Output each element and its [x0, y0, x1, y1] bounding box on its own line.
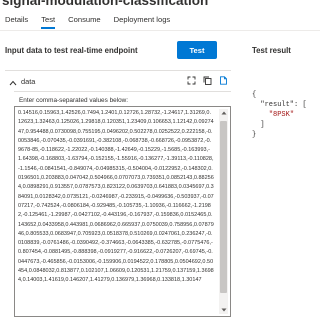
- csv-values-text[interactable]: 0.14516,0.15963,1.42526,0.7494,1.2401,0.…: [18, 109, 214, 286]
- document-icon[interactable]: [218, 75, 229, 86]
- json-close-bracket: ]: [260, 121, 265, 129]
- data-section-label: data: [21, 77, 36, 86]
- csv-field-label: Enter comma-separated values below:: [19, 97, 129, 104]
- page-title: signal-modulation-classification: [2, 0, 209, 8]
- tab-test[interactable]: Test: [41, 15, 55, 29]
- expand-icon[interactable]: [186, 75, 197, 86]
- test-button[interactable]: Test: [177, 41, 217, 59]
- data-section-divider: [14, 91, 231, 92]
- json-close-brace: }: [252, 131, 257, 139]
- json-result-value: "8PSK": [268, 111, 295, 119]
- vertical-scrollbar[interactable]: [219, 109, 228, 314]
- result-panel-title: Test result: [252, 46, 291, 55]
- caret-up-icon[interactable]: [219, 109, 228, 117]
- tab-deployment-logs[interactable]: Deployment logs: [114, 15, 171, 29]
- chevron-up-icon[interactable]: [8, 78, 18, 88]
- caret-down-icon[interactable]: [219, 306, 228, 314]
- input-panel-title: Input data to test real-time endpoint: [5, 46, 138, 55]
- copy-icon[interactable]: [202, 75, 213, 86]
- json-open-brace: {: [252, 91, 257, 99]
- tab-bar: Details Test Consume Deployment logs: [5, 15, 170, 29]
- data-toolbar: [186, 75, 229, 86]
- json-result-key: "result": [: [260, 101, 307, 109]
- input-panel-divider: [5, 70, 231, 71]
- result-json: { "result": [ "8PSK" ] }: [252, 90, 307, 140]
- scrollbar-thumb[interactable]: [220, 121, 227, 293]
- tab-consume[interactable]: Consume: [68, 15, 101, 29]
- tab-details[interactable]: Details: [5, 15, 28, 29]
- tabs-divider: [0, 30, 320, 31]
- csv-input-field[interactable]: 0.14516,0.15963,1.42526,0.7494,1.2401,0.…: [14, 106, 231, 317]
